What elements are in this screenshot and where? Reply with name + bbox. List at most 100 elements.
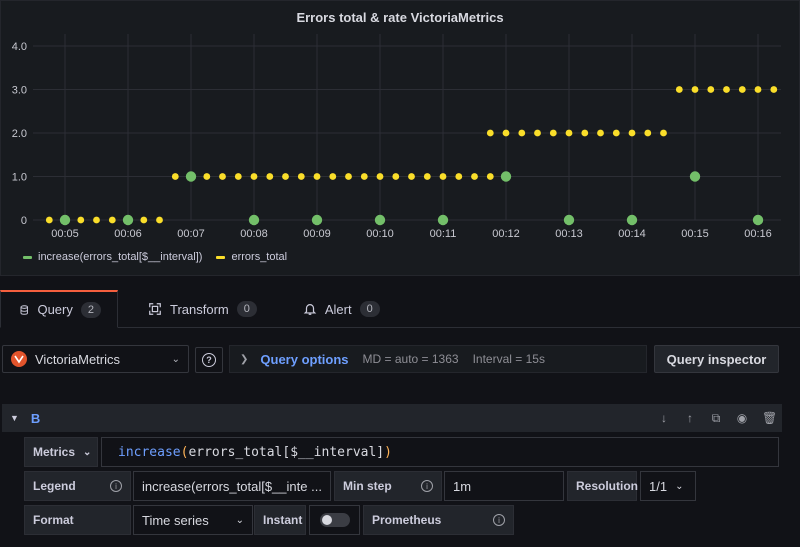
errors-total-point [455, 173, 463, 180]
expr-close-paren: ) [384, 444, 392, 460]
query-inspector-button[interactable]: Query inspector [654, 345, 779, 373]
legend-field-label: Legend i [24, 471, 131, 501]
resolution-field-label: Resolution [567, 471, 638, 501]
errors-total-point [612, 129, 620, 137]
tab-count: 0 [236, 301, 257, 317]
errors-total-point [691, 86, 699, 93]
expr-function: increase [118, 444, 181, 460]
legend-swatch-green [23, 255, 32, 259]
query-options[interactable]: ❯ Query options MD = auto = 1363 Interva… [229, 345, 647, 373]
tab-label: Transform [170, 301, 229, 317]
legend: increase(errors_total[$__interval]) erro… [23, 251, 287, 263]
chevron-down-icon: ⌄ [171, 353, 180, 365]
errors-total-point [660, 129, 667, 137]
legend-label: errors_total [231, 251, 288, 263]
info-icon[interactable]: i [421, 480, 433, 492]
chart: 4.0 3.0 2.0 1.0 0 00:05 00:06 00:07 00:08 00:09 00… [12, 34, 781, 240]
x-tick-label: 00:09 [303, 228, 331, 240]
prometheus-label-text: Prometheus [372, 513, 442, 527]
errors-total-point [329, 173, 337, 180]
x-tick-label: 00:07 [177, 228, 205, 240]
errors-total-point [754, 86, 762, 93]
errors-total-point [565, 129, 573, 137]
move-down-icon[interactable]: ↓ [658, 411, 670, 426]
instant-field-label: Instant [254, 505, 306, 535]
errors-total-point [644, 129, 652, 137]
move-up-icon[interactable]: ↑ [684, 411, 696, 426]
question-icon: ? [202, 353, 216, 367]
increase-point [500, 171, 512, 182]
errors-total-point [376, 173, 384, 180]
datasource-select[interactable]: VictoriaMetrics ⌄ [2, 345, 189, 373]
errors-total-point [93, 216, 100, 224]
errors-total-point [502, 129, 510, 137]
legend-item-errors-total[interactable]: errors_total [216, 251, 287, 263]
collapse-chevron-icon[interactable]: ▼ [10, 413, 19, 423]
errors-total-point [486, 173, 494, 180]
chevron-down-icon: ⌄ [235, 514, 244, 526]
min-step-label-text: Min step [343, 479, 392, 493]
increase-point [374, 214, 386, 226]
format-label-text: Format [33, 513, 74, 527]
y-tick-label: 0 [21, 215, 27, 227]
metrics-label: Metrics [33, 445, 76, 459]
x-tick-label: 00:05 [51, 228, 79, 240]
errors-total-point [518, 129, 526, 137]
errors-total-point [770, 86, 778, 93]
help-button[interactable]: ? [195, 347, 223, 373]
x-tick-label: 00:13 [555, 228, 583, 240]
datasource-name: VictoriaMetrics [35, 351, 121, 367]
query-name[interactable]: B [31, 411, 40, 426]
min-step-input[interactable]: 1m [444, 471, 564, 501]
metrics-query-input[interactable]: increase(errors_total[$__interval]) [101, 437, 779, 467]
increase-point [185, 171, 197, 182]
legend-item-increase[interactable]: increase(errors_total[$__interval]) [23, 251, 202, 263]
format-field-label: Format [24, 505, 131, 535]
x-tick-label: 00:12 [492, 228, 520, 240]
y-tick-label: 1.0 [12, 172, 27, 184]
metrics-dropdown[interactable]: Metrics ⌄ [24, 437, 98, 467]
instant-toggle[interactable] [309, 505, 360, 535]
bell-icon [303, 304, 317, 315]
increase-point [248, 214, 260, 226]
increase-point [122, 214, 134, 226]
errors-total-point [250, 173, 258, 180]
tab-query[interactable]: Query 2 [0, 290, 118, 328]
errors-total-point [471, 173, 478, 180]
format-select[interactable]: Time series ⌄ [133, 505, 253, 535]
interval-value: Interval = 15s [472, 352, 545, 366]
errors-total-point [423, 173, 431, 180]
errors-total-point [313, 173, 321, 180]
query-row-header: ▼ B ↓ ↑ ⧉ ◉ 🗑 [2, 404, 782, 432]
tab-alert[interactable]: Alert 0 [287, 290, 396, 328]
y-tick-label: 3.0 [12, 85, 27, 97]
eye-icon[interactable]: ◉ [736, 411, 748, 426]
x-tick-label: 00:16 [744, 228, 772, 240]
legend-label: increase(errors_total[$__interval]) [38, 251, 203, 263]
legend-input[interactable]: increase(errors_total[$__inte ... [133, 471, 331, 501]
duplicate-icon[interactable]: ⧉ [710, 411, 722, 426]
chevron-down-icon: ⌄ [675, 480, 684, 492]
increase-point [311, 214, 323, 226]
trash-icon[interactable]: 🗑 [762, 411, 777, 426]
errors-total-point [738, 86, 746, 93]
victoriametrics-logo-icon [11, 351, 27, 367]
info-icon[interactable]: i [493, 514, 505, 526]
info-icon[interactable]: i [110, 480, 122, 492]
errors-total-point [581, 129, 589, 137]
legend-label-text: Legend [33, 479, 76, 493]
tab-count: 2 [80, 301, 101, 318]
tab-count: 0 [359, 301, 380, 317]
md-value: MD = auto = 1363 [362, 352, 459, 366]
increase-point [626, 214, 638, 226]
x-tick-label: 00:08 [240, 228, 268, 240]
expr-open-paren: ( [180, 444, 189, 460]
editor-tabs: Query 2 Transform 0 Alert 0 [0, 290, 800, 328]
tab-label: Alert [324, 301, 352, 317]
database-icon [20, 304, 28, 315]
errors-total-point [282, 173, 289, 180]
errors-total-point [266, 173, 274, 180]
resolution-select[interactable]: 1/1 ⌄ [640, 471, 696, 501]
resolution-label-text: Resolution [576, 479, 638, 493]
tab-transform[interactable]: Transform 0 [132, 290, 273, 328]
